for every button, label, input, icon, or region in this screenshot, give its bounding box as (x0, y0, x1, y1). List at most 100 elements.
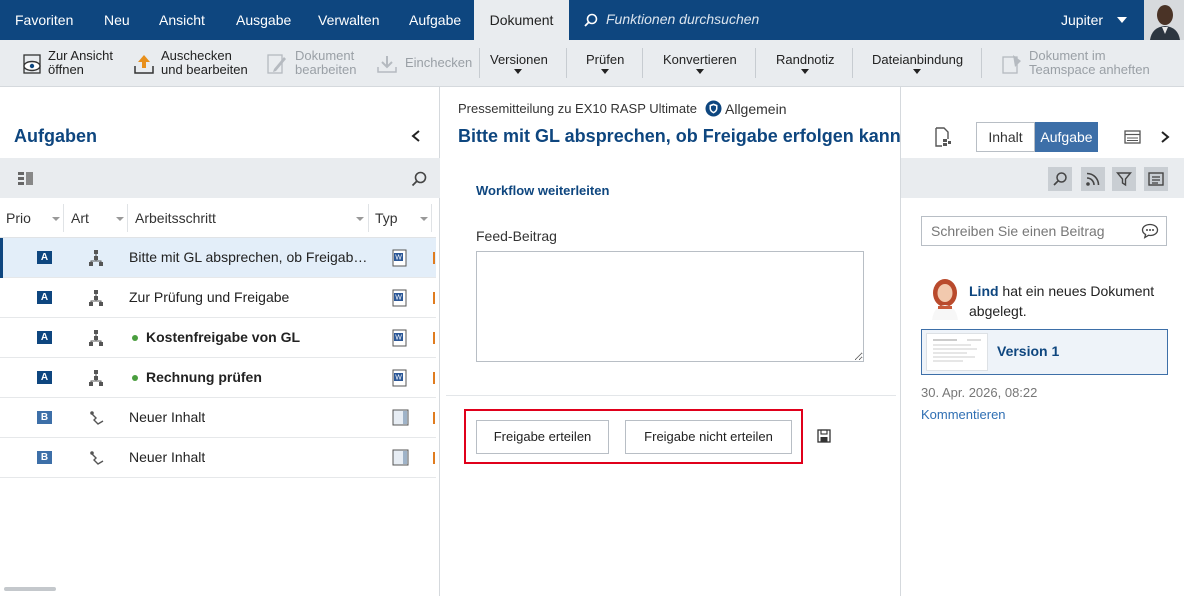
deny-approval-button[interactable]: Freigabe nicht erteilen (625, 420, 792, 454)
chevron-down-icon (514, 69, 522, 74)
file-binding-dropdown[interactable]: Dateianbindung (872, 40, 967, 86)
panel-layout-icon[interactable] (1124, 130, 1141, 144)
chevron-down-icon[interactable] (52, 217, 60, 221)
column-art[interactable]: Art (71, 210, 89, 226)
filter-icon (1116, 172, 1132, 187)
comment-link[interactable]: Kommentieren (921, 407, 1006, 422)
search-icon (1053, 172, 1067, 186)
workflow-icon (89, 290, 103, 306)
pin-document-icon (1002, 55, 1021, 74)
table-row[interactable]: B Neuer Inhalt (0, 438, 436, 478)
rss-icon (1086, 172, 1100, 186)
convert-dropdown[interactable]: Konvertieren (663, 40, 743, 86)
divider (446, 395, 896, 396)
comment-bubble-icon[interactable] (1141, 223, 1159, 239)
generic-document-icon (392, 409, 409, 426)
menu-aufgabe[interactable]: Aufgabe (409, 0, 461, 40)
word-document-icon: W (392, 249, 407, 267)
workflow-icon (89, 330, 103, 346)
status-marker (433, 252, 435, 264)
table-row[interactable]: A Bitte mit GL absprechen, ob Freigabe e… (0, 238, 436, 278)
svg-text:W: W (395, 375, 402, 382)
feed-filter-button[interactable] (1112, 167, 1136, 191)
menu-favoriten[interactable]: Favoriten (15, 0, 73, 40)
priority-badge: A (37, 251, 52, 264)
chevron-down-icon[interactable] (420, 217, 428, 221)
chevron-right-icon[interactable] (1159, 130, 1171, 144)
tasks-toolbar (0, 158, 440, 198)
top-menu-bar: Favoriten Neu Ansicht Ausgabe Verwalten … (0, 0, 1184, 40)
document-structure-icon[interactable] (934, 127, 952, 147)
list-view-icon[interactable] (18, 172, 34, 186)
column-divider (63, 204, 64, 232)
save-icon[interactable] (817, 429, 831, 443)
edit-document-button[interactable]: Dokument bearbeiten (266, 40, 361, 86)
version-label: Version 1 (997, 343, 1060, 359)
category-label: Allgemein (725, 101, 787, 117)
feed-entry-text: Lind hat ein neues Dokument abgelegt. (969, 281, 1179, 321)
tab-aufgabe[interactable]: Aufgabe (1035, 122, 1098, 152)
chevron-down-icon (913, 69, 921, 74)
column-arbeitsschritt[interactable]: Arbeitsschritt (135, 210, 216, 226)
search-icon[interactable] (411, 171, 427, 187)
task-name: Neuer Inhalt (129, 449, 206, 465)
column-prio[interactable]: Prio (6, 210, 31, 226)
avatar[interactable] (1144, 0, 1184, 40)
word-document-icon: W (392, 329, 407, 347)
table-row[interactable]: A Kostenfreigabe von GL W (0, 318, 436, 358)
task-detail-panel: Pressemitteilung zu EX10 RASP Ultimate A… (440, 87, 901, 596)
grant-approval-button[interactable]: Freigabe erteilen (476, 420, 609, 454)
menu-verwalten[interactable]: Verwalten (318, 0, 379, 40)
checkout-edit-button[interactable]: Auschecken und bearbeiten (132, 40, 252, 86)
menu-neu[interactable]: Neu (104, 0, 130, 40)
chevron-down-icon[interactable] (356, 217, 364, 221)
horizontal-scrollbar[interactable] (4, 587, 56, 591)
check-dropdown[interactable]: Prüfen (586, 40, 628, 86)
table-row[interactable]: B Neuer Inhalt (0, 398, 436, 438)
table-row[interactable]: A Rechnung prüfen W (0, 358, 436, 398)
column-typ[interactable]: Typ (375, 210, 398, 226)
checkin-button[interactable]: Einchecken (376, 40, 472, 86)
breadcrumb-document[interactable]: Pressemitteilung zu EX10 RASP Ultimate (458, 101, 697, 116)
svg-text:W: W (395, 335, 402, 342)
version-card[interactable]: Version 1 (921, 329, 1168, 375)
feed-entry-user[interactable]: Lind (969, 283, 999, 299)
feed-rss-button[interactable] (1081, 167, 1105, 191)
priority-badge: A (37, 291, 52, 304)
document-thumbnail (926, 333, 988, 371)
document-breadcrumb: Pressemitteilung zu EX10 RASP Ultimate A… (458, 100, 786, 117)
shield-icon (705, 100, 722, 117)
user-menu[interactable]: Jupiter (1061, 0, 1103, 40)
status-marker (433, 372, 435, 384)
menu-ansicht[interactable]: Ansicht (159, 0, 205, 40)
margin-note-dropdown[interactable]: Randnotiz (776, 40, 836, 86)
chevron-down-icon[interactable] (116, 217, 124, 221)
menu-ausgabe[interactable]: Ausgabe (236, 0, 291, 40)
tasks-title: Aufgaben (14, 126, 97, 146)
menu-dokument[interactable]: Dokument (474, 0, 569, 40)
feed-list-button[interactable] (1144, 167, 1168, 191)
feed-search-button[interactable] (1048, 167, 1072, 191)
table-row[interactable]: A Zur Prüfung und Freigabe W (0, 278, 436, 318)
workflow-title: Workflow weiterleiten (476, 183, 610, 198)
open-view-button[interactable]: Zur Ansicht öffnen (20, 40, 120, 86)
priority-badge: B (37, 451, 52, 464)
reminder-icon (90, 451, 104, 465)
task-name: Kostenfreigabe von GL (146, 329, 301, 345)
chevron-down-icon (696, 69, 704, 74)
status-marker (433, 332, 435, 344)
feed-panel: Schreiben Sie einen Beitrag Lind hat ein… (901, 158, 1184, 596)
chevron-down-icon[interactable] (1117, 17, 1127, 23)
versions-label: Versionen (490, 52, 548, 67)
function-search[interactable]: Funktionen durchsuchen (584, 0, 759, 40)
feed-post-input[interactable]: Schreiben Sie einen Beitrag (921, 216, 1167, 246)
chevron-left-icon[interactable] (410, 129, 422, 143)
feed-post-textarea[interactable] (476, 251, 864, 362)
pin-teamspace-button[interactable]: Dokument im Teamspace anheften (1000, 40, 1160, 86)
avatar[interactable] (924, 276, 964, 320)
column-divider (127, 204, 128, 232)
tab-inhalt[interactable]: Inhalt (976, 122, 1035, 152)
versions-dropdown[interactable]: Versionen (490, 40, 550, 86)
unread-dot (132, 335, 138, 341)
tasks-column-header: Prio Art Arbeitsschritt Typ (0, 198, 436, 238)
